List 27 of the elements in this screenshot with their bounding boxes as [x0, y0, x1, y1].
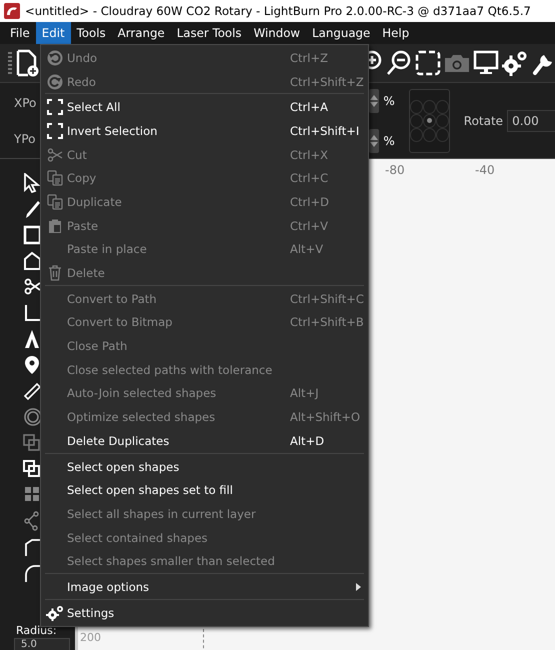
- menu-item[interactable]: Settings: [41, 600, 368, 624]
- ruler-label: 200: [80, 631, 101, 644]
- menu-bar-item[interactable]: File: [4, 22, 36, 44]
- percent-label: %: [383, 134, 395, 148]
- menu-bar-item[interactable]: Window: [248, 22, 306, 44]
- menu-bar-item[interactable]: Edit: [36, 22, 71, 44]
- menu-bar-item[interactable]: Help: [376, 22, 416, 44]
- menu-item[interactable]: Delete Duplicates Alt+D: [41, 429, 368, 453]
- menu-item[interactable]: Invert Selection Ctrl+Shift+I: [41, 119, 368, 143]
- ruler-label: -40: [475, 163, 495, 177]
- radius-field[interactable]: 5.0: [14, 638, 70, 650]
- xpos-label: XPo: [14, 96, 36, 110]
- menu-item[interactable]: Image options: [41, 575, 368, 599]
- menu-bar-item[interactable]: Language: [306, 22, 376, 44]
- ypos-label: YPo: [14, 132, 36, 146]
- menu-item[interactable]: Select open shapes: [41, 454, 368, 478]
- menu-bar-item[interactable]: Tools: [70, 22, 112, 44]
- rotate-field[interactable]: 0.00: [507, 110, 555, 132]
- window-title: <untitled> - Cloudray 60W CO2 Rotary - LightBurn Pro 2.0.00-RC-3 @ d371aa7 Qt6.5.7: [25, 4, 531, 18]
- menu-bar-item[interactable]: Arrange: [112, 22, 171, 44]
- menu-bar-item[interactable]: Laser Tools: [170, 22, 248, 44]
- rotate-label: Rotate: [464, 114, 504, 128]
- menu-item[interactable]: Select open shapes set to fill: [41, 478, 368, 502]
- percent-label: %: [383, 94, 395, 108]
- ruler-label: -80: [385, 163, 405, 177]
- menu-item[interactable]: Select All Ctrl+A: [41, 95, 368, 120]
- radius-label: Radius:: [15, 624, 58, 637]
